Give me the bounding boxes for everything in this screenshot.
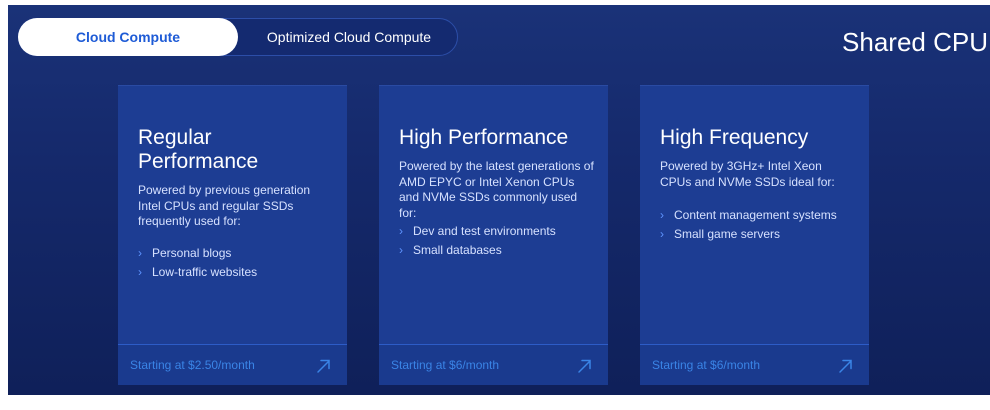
price-text: Starting at $2.50/month <box>130 358 255 372</box>
arrow-up-right-icon <box>578 359 591 373</box>
list-item: › Personal blogs <box>138 244 333 263</box>
section-title: Shared CPU <box>842 27 988 57</box>
list-item: › Low-traffic websites <box>138 263 333 282</box>
price-text: Starting at $6/month <box>391 358 500 372</box>
price-text: Starting at $6/month <box>652 358 761 372</box>
card-title: High Performance <box>399 126 569 149</box>
plan-card-regular-performance[interactable]: Regular Performance Powered by previous … <box>118 85 347 385</box>
tab-optimized-cloud-compute[interactable]: Optimized Cloud Compute <box>239 18 459 56</box>
card-title: High Frequency <box>660 126 809 149</box>
list-item-label: Small databases <box>413 243 502 257</box>
card-title: Regular Performance <box>138 126 259 173</box>
plan-card-high-frequency[interactable]: High Frequency Powered by 3GHz+ Intel Xe… <box>640 85 869 385</box>
chevron-right-icon: › <box>138 246 142 260</box>
list-item-label: Small game servers <box>674 227 781 241</box>
card-footer-link[interactable]: Starting at $6/month <box>640 344 869 385</box>
card-description: Powered by the latest generations of AMD… <box>399 159 594 220</box>
use-case-list: › Content management systems › Small game … <box>660 206 855 244</box>
list-item: › Small databases <box>399 241 594 260</box>
chevron-right-icon: › <box>138 265 142 279</box>
list-item: › Small game servers <box>660 225 855 244</box>
card-description: Powered by previous generation Intel CPU… <box>138 183 311 228</box>
compute-type-switch: Cloud Compute Optimized Cloud Compute <box>18 18 458 56</box>
arrow-up-right-icon <box>317 359 330 373</box>
list-item-label: Content management systems <box>674 208 837 222</box>
chevron-right-icon: › <box>660 208 664 222</box>
tab-cloud-compute[interactable]: Cloud Compute <box>18 18 238 56</box>
plan-card-high-performance[interactable]: High Performance Powered by the latest g… <box>379 85 608 385</box>
card-footer-link[interactable]: Starting at $6/month <box>379 344 608 385</box>
chevron-right-icon: › <box>399 224 403 238</box>
list-item: › Content management systems <box>660 206 855 225</box>
card-footer-link[interactable]: Starting at $2.50/month <box>118 344 347 385</box>
chevron-right-icon: › <box>660 227 664 241</box>
shared-cpu-section: Cloud Compute Optimized Cloud Compute Sh… <box>8 5 990 395</box>
list-item-label: Low-traffic websites <box>152 265 258 279</box>
use-case-list: › Personal blogs › Low-traffic websites <box>138 244 333 282</box>
list-item: › Dev and test environments <box>399 222 594 241</box>
card-description: Powered by 3GHz+ Intel Xeon CPUs and NVM… <box>660 159 835 189</box>
arrow-up-right-icon <box>839 359 852 373</box>
list-item-label: Personal blogs <box>152 246 232 260</box>
chevron-right-icon: › <box>399 243 403 257</box>
list-item-label: Dev and test environments <box>413 224 556 238</box>
use-case-list: › Dev and test environments › Small databa… <box>399 222 594 260</box>
